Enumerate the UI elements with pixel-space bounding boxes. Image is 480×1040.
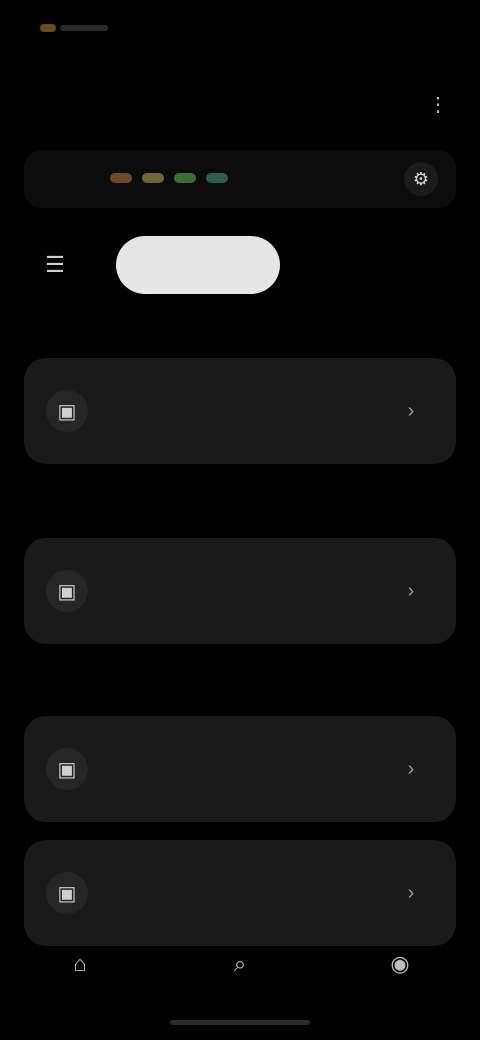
list-card[interactable]: ▣ › <box>24 358 456 464</box>
sort-icon[interactable]: ☰ <box>36 246 74 284</box>
filter-pill[interactable] <box>116 236 280 294</box>
device-icon: ▣ <box>46 748 88 790</box>
chevron-right-icon[interactable]: › <box>394 574 428 608</box>
chevron-right-icon[interactable]: › <box>394 752 428 786</box>
color-dot <box>206 173 228 183</box>
status-bar <box>0 0 480 60</box>
home-indicator[interactable] <box>170 1020 310 1025</box>
search-icon[interactable]: ⌕ <box>220 944 260 984</box>
settings-icon[interactable]: ⚙ <box>404 162 438 196</box>
info-banner[interactable]: ⚙ <box>24 150 456 208</box>
more-icon[interactable]: ⋮ <box>422 88 454 120</box>
header: ⋮ <box>0 70 480 140</box>
device-icon: ▣ <box>46 570 88 612</box>
chevron-right-icon[interactable]: › <box>394 876 428 910</box>
list-card[interactable]: ▣ › <box>24 716 456 822</box>
color-dot <box>142 173 164 183</box>
status-dot-icon <box>40 24 56 32</box>
home-icon[interactable]: ⌂ <box>60 944 100 984</box>
chevron-right-icon[interactable]: › <box>394 394 428 428</box>
color-dot <box>110 173 132 183</box>
device-icon: ▣ <box>46 390 88 432</box>
filter-row: ☰ <box>24 230 456 300</box>
color-dot <box>174 173 196 183</box>
profile-icon[interactable]: ◉ <box>380 944 420 984</box>
list-card[interactable]: ▣ › <box>24 538 456 644</box>
device-icon: ▣ <box>46 872 88 914</box>
status-indicator <box>60 25 108 31</box>
color-dots <box>110 173 228 183</box>
bottom-nav: ⌂ ⌕ ◉ <box>0 930 480 1000</box>
